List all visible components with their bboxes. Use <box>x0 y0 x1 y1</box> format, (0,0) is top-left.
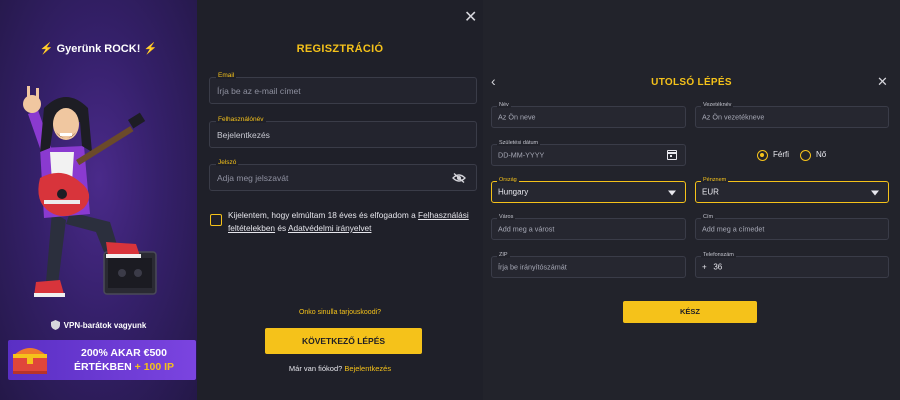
shield-icon <box>50 320 60 330</box>
country-label: Ország <box>497 177 519 183</box>
country-value: Hungary <box>498 187 529 197</box>
registration-screen: ⚡ Gyerünk ROCK! ⚡ VPN-barátok vagyunk 20… <box>0 0 900 400</box>
last-name-placeholder: Az Ön vezetékneve <box>702 112 765 122</box>
terms-text: Kijelentem, hogy elmúltam 18 éves és elf… <box>228 209 473 235</box>
country-select[interactable]: Ország Hungary <box>491 177 686 203</box>
last-name-field[interactable]: Vezetéknév Az Ön vezetékneve <box>695 102 889 128</box>
next-step-button[interactable]: KÖVETKEZŐ LÉPÉS <box>265 328 422 354</box>
rocker-illustration <box>23 86 157 297</box>
email-label: Email <box>216 72 237 79</box>
registration-title: REGISZTRÁCIÓ <box>296 43 384 55</box>
promo-code-link[interactable]: Onko sinulla tarjouskoodi? <box>197 309 483 316</box>
email-field[interactable]: Email Írja be az e-mail címet <box>209 72 477 104</box>
treasure-chest-icon <box>13 348 47 374</box>
zip-placeholder: Írja be irányítószámát <box>498 262 567 272</box>
phone-field[interactable]: Telefonszám + 36 <box>695 252 889 278</box>
registration-panel: ✕ REGISZTRÁCIÓ Email Írja be az e-mail c… <box>197 0 483 400</box>
password-label: Jelszó <box>216 159 239 166</box>
terms-prefix: Kijelentem, hogy elmúltam 18 éves és elf… <box>228 210 419 220</box>
last-name-label: Vezetéknév <box>701 102 734 108</box>
privacy-link[interactable]: Adatvédelmi irányelvet <box>288 223 371 233</box>
gender-female-label: Nő <box>816 150 827 159</box>
username-field[interactable]: Felhasználónév Bejelentkezés <box>209 116 477 148</box>
zip-field[interactable]: ZIP Írja be irányítószámát <box>491 252 686 278</box>
terms-checkbox[interactable] <box>210 214 222 226</box>
first-name-field[interactable]: Név Az Ön neve <box>491 102 686 128</box>
lightning-icon: ⚡ <box>143 43 158 55</box>
password-field[interactable]: Jelszó Adja meg jelszavát <box>209 159 477 191</box>
final-step-title: UTOLSÓ LÉPÉS <box>651 77 732 88</box>
close-icon[interactable]: ✕ <box>464 7 477 27</box>
eye-off-icon[interactable] <box>452 172 466 183</box>
vpn-badge: VPN-barátok vagyunk <box>0 320 197 330</box>
calendar-icon[interactable] <box>667 150 677 160</box>
bonus-line-1: 200% AKAR €500 <box>81 347 167 359</box>
username-value: Bejelentkezés <box>217 129 270 140</box>
bonus-text: 200% AKAR €500 ÉRTÉKBEN + 100 IP <box>54 346 194 374</box>
dropdown-arrow-icon[interactable] <box>871 190 879 196</box>
city-placeholder: Add meg a várost <box>498 224 555 234</box>
final-step-panel: ‹ UTOLSÓ LÉPÉS ✕ Név Az Ön neve Vezetékn… <box>483 0 900 400</box>
phone-value: + 36 <box>702 263 722 272</box>
have-account-text: Már van fiókod? <box>288 364 345 373</box>
currency-label: Pénznem <box>701 177 729 183</box>
username-label: Felhasználónév <box>216 116 266 123</box>
email-placeholder: Írja be az e-mail címet <box>217 85 301 96</box>
first-name-placeholder: Az Ön neve <box>498 112 536 122</box>
address-field[interactable]: Cím Add meg a címedet <box>695 214 889 240</box>
currency-value: EUR <box>702 187 719 197</box>
bonus-line-2a: ÉRTÉKBEN <box>73 361 135 373</box>
submit-button[interactable]: KÉSZ <box>623 301 757 323</box>
login-link[interactable]: Bejelentkezés <box>344 364 391 373</box>
close-icon[interactable]: ✕ <box>877 74 888 90</box>
phone-code: 36 <box>713 262 723 272</box>
promo-panel: ⚡ Gyerünk ROCK! ⚡ VPN-barátok vagyunk 20… <box>0 0 197 400</box>
password-placeholder: Adja meg jelszavát <box>217 172 289 183</box>
birth-date-field[interactable]: Születési dátum DD-MM-YYYY <box>491 140 686 166</box>
lightning-icon: ⚡ <box>39 43 54 55</box>
birth-date-placeholder: DD-MM-YYYY <box>498 150 545 160</box>
dropdown-arrow-icon[interactable] <box>668 190 676 196</box>
bonus-line-2: ÉRTÉKBEN + 100 IP <box>54 360 194 374</box>
vpn-text: VPN-barátok vagyunk <box>63 320 147 330</box>
address-label: Cím <box>701 214 716 220</box>
first-name-label: Név <box>497 102 511 108</box>
city-label: Város <box>497 214 516 220</box>
phone-label: Telefonszám <box>701 252 736 258</box>
gender-male-label: Férfi <box>773 150 789 159</box>
phone-prefix: + <box>702 262 707 272</box>
promo-title-row: ⚡ Gyerünk ROCK! ⚡ <box>0 42 197 55</box>
bonus-banner[interactable]: 200% AKAR €500 ÉRTÉKBEN + 100 IP <box>8 340 196 380</box>
terms-middle: és <box>275 223 288 233</box>
address-placeholder: Add meg a címedet <box>702 224 765 234</box>
currency-select[interactable]: Pénznem EUR <box>695 177 889 203</box>
birth-date-label: Születési dátum <box>497 140 541 146</box>
promo-title: Gyerünk ROCK! <box>56 43 141 55</box>
login-prompt: Már van fiókod? Bejelentkezés <box>197 364 483 373</box>
bonus-line-2b: + 100 IP <box>134 361 175 373</box>
gender-female-radio[interactable] <box>800 150 811 161</box>
zip-label: ZIP <box>497 252 510 258</box>
gender-male-radio[interactable] <box>757 150 768 161</box>
city-field[interactable]: Város Add meg a várost <box>491 214 686 240</box>
